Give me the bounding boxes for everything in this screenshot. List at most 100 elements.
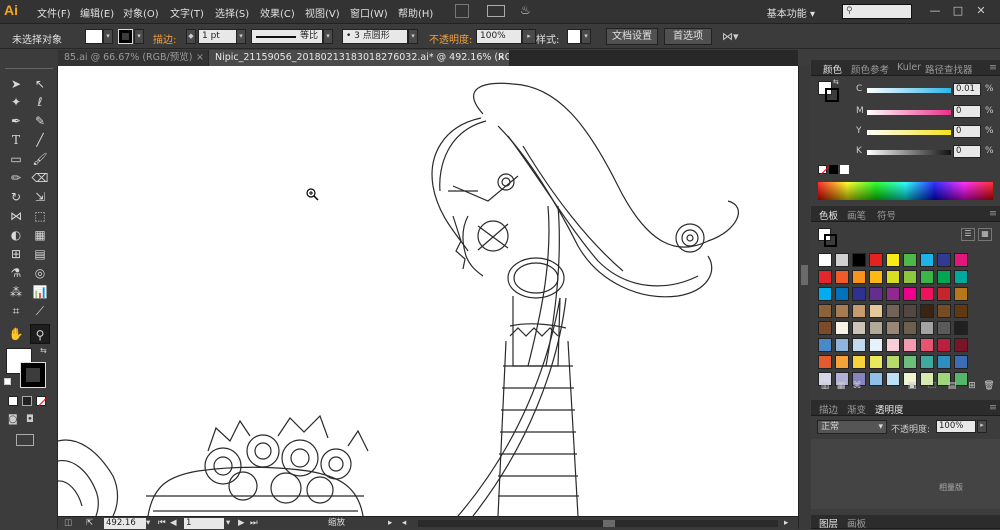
tab-stroke[interactable]: 描边 [819, 402, 838, 416]
tab-kuler[interactable]: Kuler [897, 62, 921, 73]
color-stroke-swatch[interactable] [825, 88, 839, 102]
menu-effect[interactable]: 效果(C) [260, 5, 295, 20]
color-swatch[interactable] [903, 321, 917, 335]
color-swatch[interactable] [886, 270, 900, 284]
scroll-left-icon[interactable]: ◂ [402, 518, 412, 529]
color-swatch[interactable] [818, 321, 832, 335]
color-swatch[interactable] [835, 253, 849, 267]
none-mode-icon[interactable] [36, 396, 48, 407]
pencil-tool-icon[interactable]: ✏ [6, 168, 26, 188]
vertical-scroll-thumb[interactable] [801, 265, 808, 285]
help-search-input[interactable]: ⚲ [842, 4, 912, 19]
color-swatch[interactable] [920, 253, 934, 267]
color-swatch[interactable] [886, 338, 900, 352]
edit-swatch-icon[interactable]: ▤ [946, 381, 958, 392]
arrange-documents-icon[interactable] [487, 5, 505, 17]
mesh-tool-icon[interactable]: ⊞ [6, 244, 26, 264]
panel-menu-icon[interactable]: ≡ [989, 62, 997, 73]
color-swatch[interactable] [937, 304, 951, 318]
color-group-icon[interactable]: ▣ [906, 381, 918, 392]
tab-color-guide[interactable]: 颜色参考 [851, 62, 889, 76]
blend-tool-icon[interactable]: ◎ [30, 263, 50, 283]
panel-menu-icon[interactable]: ≡ [989, 208, 997, 219]
page-dropdown-icon[interactable]: ▾ [226, 518, 234, 529]
black-swatch[interactable] [829, 165, 838, 174]
fill-swatch[interactable] [85, 29, 103, 44]
color-swatch[interactable] [835, 270, 849, 284]
gpu-performance-icon[interactable]: ♨ [520, 3, 531, 17]
document-setup-button[interactable]: 文档设置 [606, 28, 658, 45]
color-mode-icon[interactable] [8, 396, 18, 406]
opacity-label[interactable]: 不透明度: [429, 31, 472, 46]
selection-tool-icon[interactable]: ➤ [6, 74, 26, 94]
hand-tool-icon[interactable]: ✋ [6, 324, 26, 344]
bridge-icon[interactable] [455, 4, 469, 18]
swatch-stroke-indicator[interactable] [824, 234, 837, 247]
color-swatch[interactable] [920, 304, 934, 318]
tab-pathfinder[interactable]: 路径查找器 [925, 62, 973, 76]
tab-document-nipic[interactable]: Nipic_21159056_20180213183018276032.ai* … [209, 50, 509, 66]
color-swatch[interactable] [886, 253, 900, 267]
gradient-tool-icon[interactable]: ▤ [30, 244, 50, 264]
swatch-options-icon[interactable]: ⌘ [851, 381, 863, 392]
color-swatch[interactable] [920, 355, 934, 369]
paintbrush-tool-icon[interactable]: 🖌 [30, 149, 50, 169]
variable-width-profile[interactable]: 等比 [251, 29, 323, 44]
shape-builder-tool-icon[interactable]: ◐ [6, 225, 26, 245]
tab-gradient[interactable]: 渐变 [847, 402, 866, 416]
color-swatch[interactable] [852, 321, 866, 335]
color-swatch[interactable] [818, 304, 832, 318]
free-transform-tool-icon[interactable]: ⬚ [30, 206, 50, 226]
channel-y-value[interactable]: 0 [953, 125, 981, 138]
color-swatch[interactable] [852, 253, 866, 267]
artboard-tool-icon[interactable]: ⌗ [6, 301, 26, 321]
direct-selection-tool-icon[interactable]: ↖ [30, 74, 50, 94]
draw-inside-icon[interactable]: ◘ [26, 414, 40, 426]
color-swatch[interactable] [835, 287, 849, 301]
color-swatch[interactable] [818, 355, 832, 369]
swatch-kind-icon[interactable]: ▦ [835, 381, 847, 392]
fill-dropdown[interactable]: ▾ [103, 29, 113, 44]
color-swatch[interactable] [903, 355, 917, 369]
swap-colors-icon[interactable]: ⇆ [40, 346, 47, 355]
graphic-style-swatch[interactable] [567, 29, 581, 44]
channel-c-value[interactable]: 0.01 [953, 83, 981, 96]
color-swatch[interactable] [818, 270, 832, 284]
artboard-canvas[interactable] [58, 66, 798, 516]
color-swatch[interactable] [920, 338, 934, 352]
color-swatch[interactable] [852, 304, 866, 318]
color-swatch[interactable] [886, 321, 900, 335]
channel-k-slider[interactable] [867, 150, 951, 155]
tab-symbols[interactable]: 符号 [877, 208, 896, 222]
color-swatch[interactable] [852, 355, 866, 369]
color-swatch[interactable] [954, 355, 968, 369]
magic-wand-tool-icon[interactable]: ✦ [6, 92, 26, 112]
color-swatch[interactable] [886, 304, 900, 318]
close-window-icon[interactable]: ✕ [974, 4, 988, 18]
horizontal-scrollbar[interactable] [418, 520, 778, 527]
column-graph-tool-icon[interactable]: 📊 [30, 282, 50, 302]
page-field[interactable]: 1 [184, 518, 224, 529]
slice-tool-icon[interactable]: ⟋ [30, 301, 50, 321]
artboard-nav-icon[interactable]: ⇱ [86, 518, 96, 529]
channel-y-slider[interactable] [867, 130, 951, 135]
color-swatch[interactable] [869, 321, 883, 335]
tab-transparency[interactable]: 透明度 [875, 402, 904, 416]
style-dropdown[interactable]: ▾ [581, 29, 591, 44]
opacity-dropdown[interactable]: ▸ [522, 29, 536, 44]
color-swatch[interactable] [903, 270, 917, 284]
color-swatch[interactable] [903, 338, 917, 352]
color-swatch[interactable] [886, 287, 900, 301]
opacity-field[interactable]: 100% [476, 29, 522, 44]
color-swatch[interactable] [835, 304, 849, 318]
lasso-tool-icon[interactable]: ℓ [30, 92, 50, 112]
perspective-grid-tool-icon[interactable]: ▦ [30, 225, 50, 245]
menu-edit[interactable]: 编辑(E) [80, 5, 114, 20]
prev-artboard-icon[interactable]: ◀ [170, 518, 178, 529]
last-artboard-icon[interactable]: ⏭ [250, 518, 258, 529]
zoom-dropdown-icon[interactable]: ▾ [146, 518, 154, 529]
tab-document-85[interactable]: 85.ai @ 66.67% (RGB/预览) × [58, 50, 208, 66]
menu-file[interactable]: 文件(F) [37, 5, 71, 20]
workspace-switcher[interactable]: 基本功能 ▾ [767, 5, 815, 20]
color-swatch[interactable] [869, 304, 883, 318]
